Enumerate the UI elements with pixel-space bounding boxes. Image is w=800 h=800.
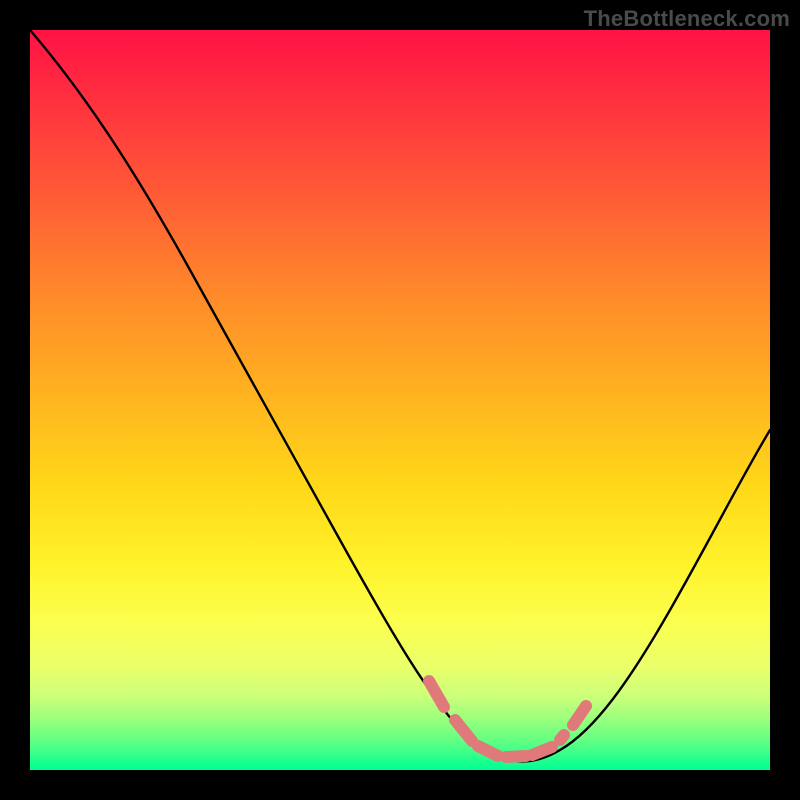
curve-svg [30, 30, 770, 770]
chart-frame: TheBottleneck.com [0, 0, 800, 800]
plot-area [30, 30, 770, 770]
valley-markers [429, 681, 586, 757]
bottleneck-curve [30, 30, 770, 761]
watermark-text: TheBottleneck.com [584, 6, 790, 32]
